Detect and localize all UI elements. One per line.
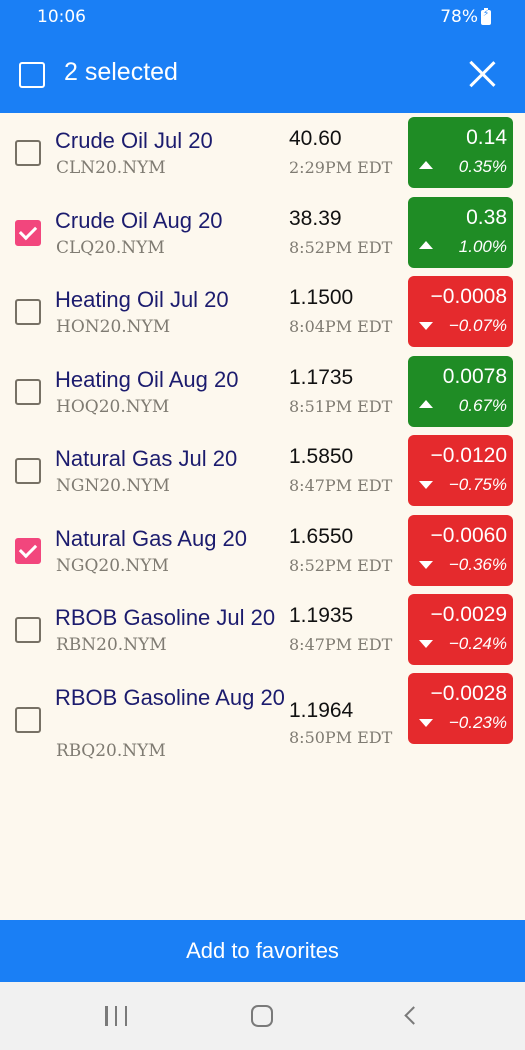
contract-symbol: NGN20.NYM xyxy=(56,476,170,496)
status-time: 10:06 xyxy=(37,7,86,27)
change-percent: 1.00% xyxy=(458,236,507,256)
row-checkbox[interactable] xyxy=(15,706,41,733)
contract-symbol: CLN20.NYM xyxy=(56,158,166,178)
triangle-down-icon xyxy=(419,560,433,569)
triangle-up-icon xyxy=(419,161,433,169)
quote-row[interactable]: Crude Oil Aug 20 CLQ20.NYM 38.39 8:52PM EDT… xyxy=(0,193,525,273)
selected-count: 2 selected xyxy=(64,58,178,86)
change-value: 0.14 xyxy=(466,126,507,149)
contract-symbol: CLQ20.NYM xyxy=(56,237,165,258)
quote-row[interactable]: Natural Gas Aug 20 NGQ20.NYM 1.6550 8:52PM … xyxy=(0,511,525,591)
system-nav-bar xyxy=(0,982,525,1050)
change-badge[interactable]: 0.0078 0.67% xyxy=(408,355,513,427)
change-percent: 0.35% xyxy=(458,157,507,176)
quote-time: 8:47PM EDT xyxy=(289,476,393,495)
contract-name: Natural Gas Aug 20 xyxy=(55,525,248,551)
change-value: −0.0008 xyxy=(430,285,508,308)
change-percent: −0.75% xyxy=(448,475,507,494)
contract-name: RBOB Gasoline Aug 20 xyxy=(55,684,285,710)
change-value: −0.0028 xyxy=(430,681,508,705)
quote-time: 8:51PM EDT xyxy=(289,396,393,416)
contract-name: Natural Gas Jul 20 xyxy=(55,446,238,471)
change-percent: −0.24% xyxy=(448,634,507,653)
select-all-checkbox[interactable] xyxy=(19,62,45,88)
contract-name: RBOB Gasoline Jul 20 xyxy=(55,605,276,630)
change-badge[interactable]: −0.0120 −0.75% xyxy=(408,435,513,506)
row-checkbox[interactable] xyxy=(15,458,41,484)
battery-charging-icon xyxy=(481,7,491,25)
change-badge[interactable]: 0.38 1.00% xyxy=(408,196,513,268)
row-checkbox[interactable] xyxy=(15,617,41,643)
quote-time: 8:04PM EDT xyxy=(289,317,393,336)
triangle-down-icon xyxy=(419,718,433,727)
change-percent: −0.07% xyxy=(448,316,507,335)
last-price: 1.1735 xyxy=(289,365,354,389)
triangle-down-icon xyxy=(419,481,433,489)
row-checkbox[interactable] xyxy=(15,219,41,246)
last-price: 40.60 xyxy=(289,127,342,150)
quote-row[interactable]: Natural Gas Jul 20 NGN20.NYM 1.5850 8:47PM … xyxy=(0,431,525,511)
change-value: 0.0078 xyxy=(442,364,507,388)
last-price: 1.1500 xyxy=(289,286,354,309)
contract-name: Heating Oil Aug 20 xyxy=(55,366,239,392)
status-bar: 10:06 78% xyxy=(0,0,525,36)
change-value: −0.0029 xyxy=(430,603,508,626)
last-price: 1.1964 xyxy=(289,698,354,722)
last-price: 38.39 xyxy=(289,206,342,230)
quote-row[interactable]: Heating Oil Aug 20 HOQ20.NYM 1.1735 8:51PM … xyxy=(0,352,525,432)
quote-list: Crude Oil Jul 20 CLN20.NYM 40.60 2:29PM EDT… xyxy=(0,113,525,771)
quote-time: 2:29PM EDT xyxy=(289,158,393,177)
contract-name: Crude Oil Jul 20 xyxy=(55,128,213,153)
triangle-up-icon xyxy=(419,399,433,408)
change-badge[interactable]: −0.0008 −0.07% xyxy=(408,276,513,347)
quote-row[interactable]: RBOB Gasoline Jul 20 RBN20.NYM 1.1935 8:47P… xyxy=(0,590,525,670)
triangle-down-icon xyxy=(419,640,433,648)
last-price: 1.1935 xyxy=(289,604,354,627)
change-value: −0.0120 xyxy=(430,444,508,467)
quote-time: 8:52PM EDT xyxy=(289,237,393,257)
contract-symbol: HOQ20.NYM xyxy=(56,396,170,417)
triangle-down-icon xyxy=(419,322,433,330)
quote-time: 8:47PM EDT xyxy=(289,635,393,654)
contract-symbol: NGQ20.NYM xyxy=(56,555,169,576)
change-badge[interactable]: −0.0060 −0.36% xyxy=(408,514,513,586)
triangle-up-icon xyxy=(419,240,433,249)
recents-icon[interactable] xyxy=(105,1006,127,1026)
quote-row[interactable]: Heating Oil Jul 20 HON20.NYM 1.1500 8:04PM … xyxy=(0,272,525,352)
change-percent: 0.67% xyxy=(458,395,507,415)
change-percent: −0.36% xyxy=(448,554,507,574)
last-price: 1.6550 xyxy=(289,524,354,548)
change-badge[interactable]: 0.14 0.35% xyxy=(408,117,513,188)
contract-name: Heating Oil Jul 20 xyxy=(55,287,229,312)
change-badge[interactable]: −0.0028 −0.23% xyxy=(408,672,513,744)
change-badge[interactable]: −0.0029 −0.24% xyxy=(408,594,513,665)
quote-time: 8:50PM EDT xyxy=(289,727,393,747)
row-checkbox[interactable] xyxy=(15,299,41,325)
last-price: 1.5850 xyxy=(289,445,354,468)
quote-time: 8:52PM EDT xyxy=(289,555,393,575)
contract-symbol: HON20.NYM xyxy=(56,317,171,337)
row-checkbox[interactable] xyxy=(15,537,41,564)
quote-row[interactable]: Crude Oil Jul 20 CLN20.NYM 40.60 2:29PM EDT… xyxy=(0,113,525,193)
selection-app-bar: 2 selected xyxy=(0,36,525,113)
row-checkbox[interactable] xyxy=(15,378,41,405)
contract-symbol: RBN20.NYM xyxy=(56,635,167,655)
add-to-favorites-button[interactable]: Add to favorites xyxy=(0,920,525,982)
change-value: 0.38 xyxy=(466,205,507,229)
quote-row[interactable]: RBOB Gasoline Aug 20 RBQ20.NYM 1.1964 8:50P… xyxy=(0,670,525,771)
battery-status: 78% xyxy=(440,7,491,27)
contract-symbol: RBQ20.NYM xyxy=(56,740,166,761)
change-value: −0.0060 xyxy=(430,523,508,547)
row-checkbox[interactable] xyxy=(15,140,41,166)
close-icon[interactable] xyxy=(465,56,501,92)
back-icon[interactable] xyxy=(403,1006,417,1026)
change-percent: −0.23% xyxy=(448,712,507,732)
battery-percent: 78% xyxy=(440,7,478,27)
contract-name: Crude Oil Aug 20 xyxy=(55,207,223,233)
home-icon[interactable] xyxy=(251,1005,273,1027)
